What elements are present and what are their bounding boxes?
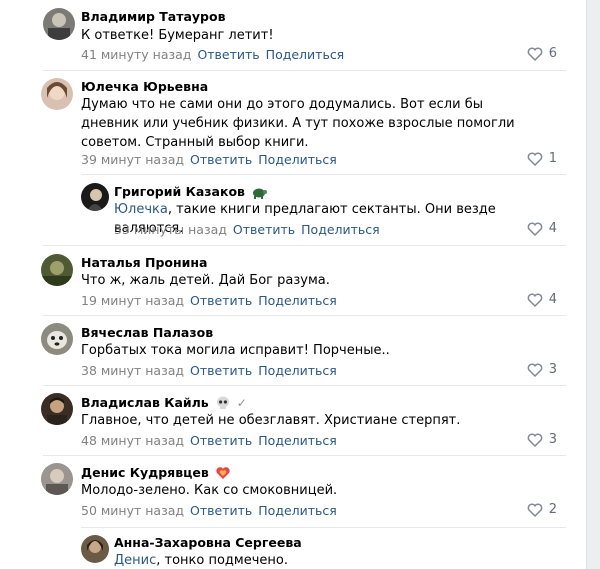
reply-button[interactable]: Ответить <box>190 503 252 518</box>
comment-text: Молодо-зелено. Как со смоковницей. <box>81 483 338 498</box>
like-button[interactable]: 4 <box>527 221 557 236</box>
divider <box>81 174 566 175</box>
like-button[interactable]: 2 <box>527 502 557 517</box>
divider <box>43 245 566 246</box>
comment-author[interactable]: Владислав Кайль ✓ <box>81 395 247 410</box>
avatar[interactable] <box>81 535 109 563</box>
like-button[interactable]: 1 <box>527 151 557 166</box>
reply-button[interactable]: Ответить <box>233 222 295 237</box>
heart-icon <box>527 293 543 307</box>
share-button[interactable]: Поделиться <box>258 363 337 378</box>
comment-author[interactable]: Юлечка Юрьевна <box>81 79 208 94</box>
share-button[interactable]: Поделиться <box>301 222 380 237</box>
share-button[interactable]: Поделиться <box>258 503 337 518</box>
comment-time[interactable]: 19 минут назад <box>81 293 184 308</box>
heart-badge-icon <box>216 466 230 479</box>
reply-mention-link[interactable]: Денис <box>114 553 156 568</box>
avatar[interactable] <box>41 393 73 425</box>
reply-button[interactable]: Ответить <box>190 293 252 308</box>
comment-time[interactable]: 41 минуту назад <box>81 47 191 62</box>
like-count: 6 <box>548 46 557 61</box>
reply-button[interactable]: Ответить <box>197 47 259 62</box>
like-count: 4 <box>548 221 557 236</box>
comments-panel: Владимир Татауров К ответке! Бумеранг ле… <box>0 0 587 569</box>
heart-icon <box>527 47 543 61</box>
comment-meta: 19 минут назад Ответить Поделиться <box>81 293 337 308</box>
comment-author[interactable]: Анна-Захаровна Сергеева <box>114 535 302 550</box>
like-count: 2 <box>548 502 557 517</box>
comment-time[interactable]: 33 минуты назад <box>114 222 227 237</box>
heart-icon <box>527 152 543 166</box>
comment-time[interactable]: 39 минут назад <box>81 152 184 167</box>
heart-icon <box>527 503 543 517</box>
check-icon: ✓ <box>236 395 247 410</box>
avatar[interactable] <box>41 254 73 286</box>
avatar[interactable] <box>43 8 75 40</box>
comment-time[interactable]: 50 минут назад <box>81 503 184 518</box>
like-count: 3 <box>548 432 557 447</box>
comment-text: Думаю что не сами они до этого додумалис… <box>81 97 515 150</box>
comment-time[interactable]: 48 минут назад <box>81 433 184 448</box>
avatar[interactable] <box>81 183 109 211</box>
avatar[interactable] <box>41 323 73 355</box>
comment-author[interactable]: Владимир Татауров <box>81 9 225 24</box>
like-count: 1 <box>548 151 557 166</box>
comment-meta: 33 минуты назад Ответить Поделиться <box>114 222 380 237</box>
share-button[interactable]: Поделиться <box>266 47 345 62</box>
heart-icon <box>527 433 543 447</box>
reply-mention-link[interactable]: Юлечка <box>114 202 168 217</box>
comment-meta: 38 минут назад Ответить Поделиться <box>81 363 337 378</box>
divider <box>43 70 566 71</box>
comment-author[interactable]: Денис Кудрявцев <box>81 465 231 480</box>
avatar[interactable] <box>41 78 73 110</box>
comment-text: К ответке! Бумеранг летит! <box>81 28 274 43</box>
divider <box>43 385 566 386</box>
like-button[interactable]: 4 <box>527 292 557 307</box>
like-count: 4 <box>548 292 557 307</box>
share-button[interactable]: Поделиться <box>258 293 337 308</box>
share-button[interactable]: Поделиться <box>258 152 337 167</box>
divider <box>81 527 566 528</box>
comment-author[interactable]: Наталья Пронина <box>81 255 207 270</box>
comment-text: Главное, что детей не обезглавят. Христи… <box>81 413 461 428</box>
comment-meta: 50 минут назад Ответить Поделиться <box>81 503 337 518</box>
heart-icon <box>527 363 543 377</box>
comment-author[interactable]: Григорий Казаков <box>114 184 267 199</box>
heart-icon <box>527 222 543 236</box>
like-button[interactable]: 3 <box>527 432 557 447</box>
comment-meta: 48 минут назад Ответить Поделиться <box>81 433 337 448</box>
share-button[interactable]: Поделиться <box>258 433 337 448</box>
divider <box>43 455 566 456</box>
comment-text: Горбатых тока могила исправит! Порченые.… <box>81 343 390 358</box>
skull-icon <box>216 396 229 409</box>
comment-author[interactable]: Вячеслав Палазов <box>81 325 213 340</box>
reply-button[interactable]: Ответить <box>190 152 252 167</box>
avatar[interactable] <box>41 463 73 495</box>
like-count: 3 <box>548 362 557 377</box>
comment-text: Что ж, жаль детей. Дай Бог разума. <box>81 273 330 288</box>
turtle-icon <box>252 188 267 199</box>
reply-button[interactable]: Ответить <box>190 363 252 378</box>
comment-meta: 39 минут назад Ответить Поделиться <box>81 152 337 167</box>
comment-text: Денис, тонко подмечено. <box>114 553 288 568</box>
divider <box>43 315 566 316</box>
reply-button[interactable]: Ответить <box>190 433 252 448</box>
comment-time[interactable]: 38 минут назад <box>81 363 184 378</box>
like-button[interactable]: 3 <box>527 362 557 377</box>
like-button[interactable]: 6 <box>527 46 557 61</box>
comment-meta: 41 минуту назад Ответить Поделиться <box>81 47 344 62</box>
